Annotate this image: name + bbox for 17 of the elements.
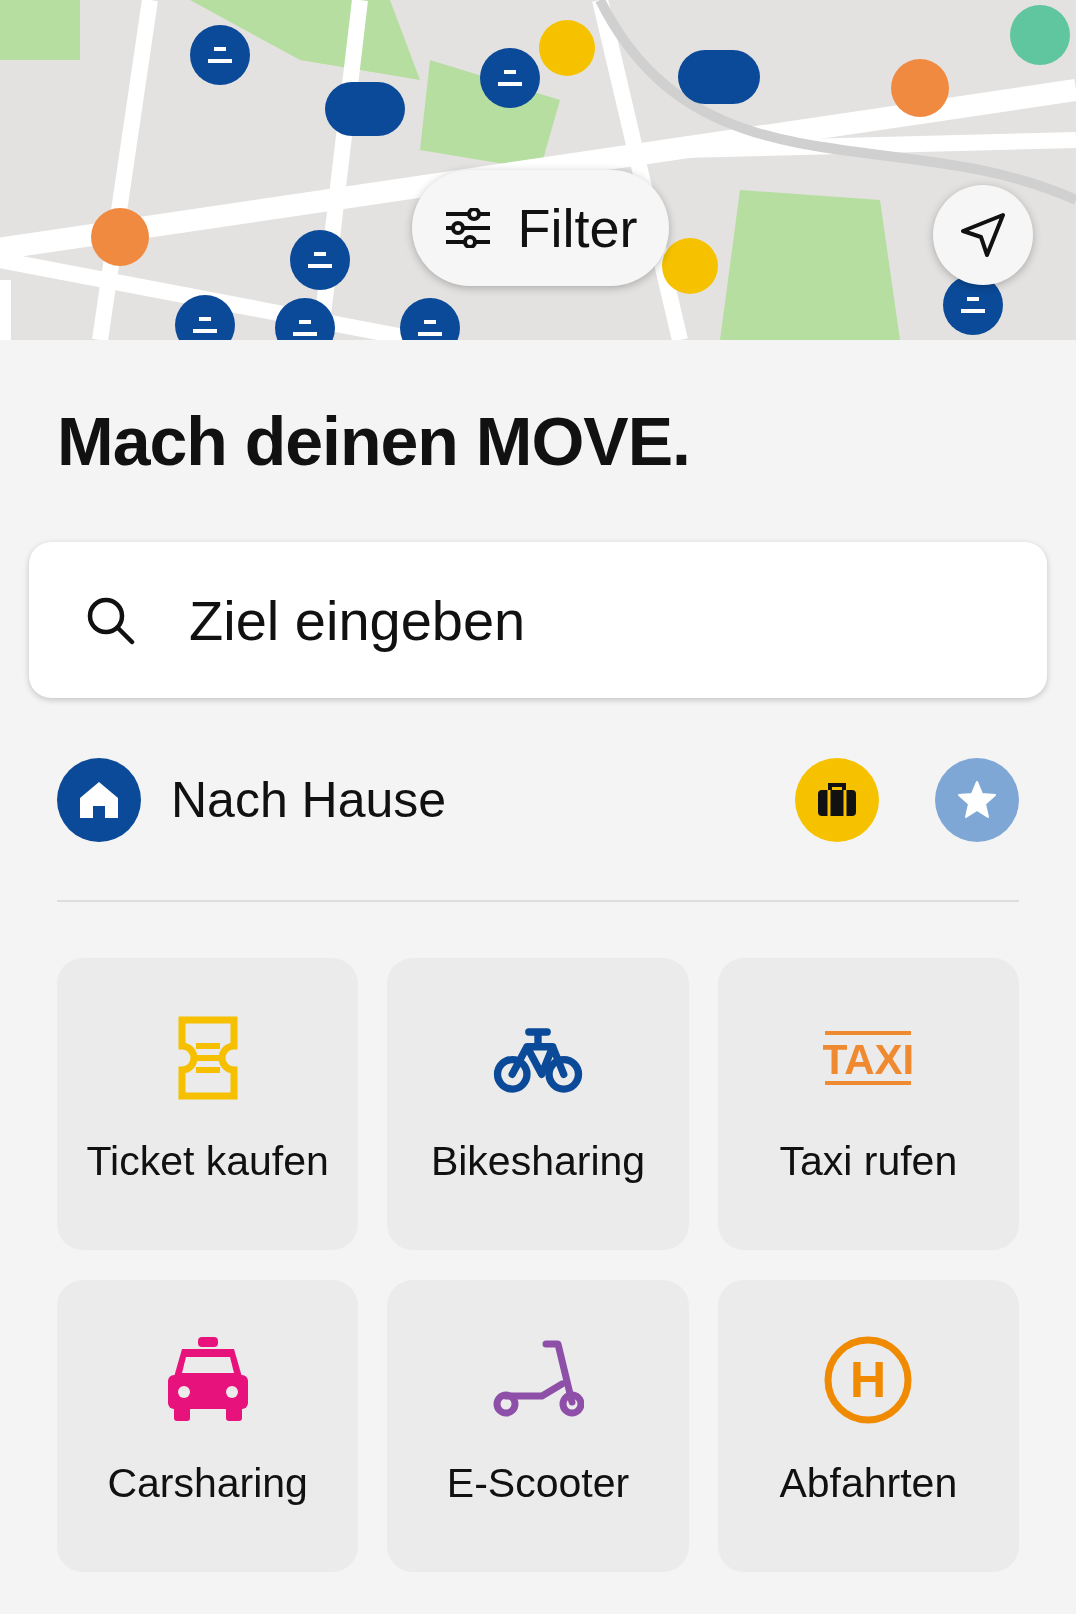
navigation-arrow-icon [960,212,1006,258]
search-icon [85,595,135,645]
quick-action-tile[interactable]: H Abfahrten [717,1280,1019,1572]
briefcase-icon [816,782,858,818]
quick-action-tile[interactable]: Carsharing [57,1280,359,1572]
ticket-icon [177,1016,238,1100]
destination-search-field[interactable]: Ziel eingeben [29,542,1047,698]
star-icon [957,780,997,820]
quick-action-tile[interactable]: Bikesharing [387,958,689,1250]
quick-action-tile[interactable]: E-Scooter [387,1280,689,1572]
bus-stop-icon: H [823,1335,914,1425]
quick-action-tile[interactable]: Ticket kaufen [57,958,359,1250]
headline: Mach deinen MOVE. [57,402,691,480]
filter-button[interactable]: Filter [412,170,669,286]
filter-icon [443,208,492,248]
home-icon [78,780,120,820]
home-shortcut[interactable]: Nach Hause [57,758,795,842]
